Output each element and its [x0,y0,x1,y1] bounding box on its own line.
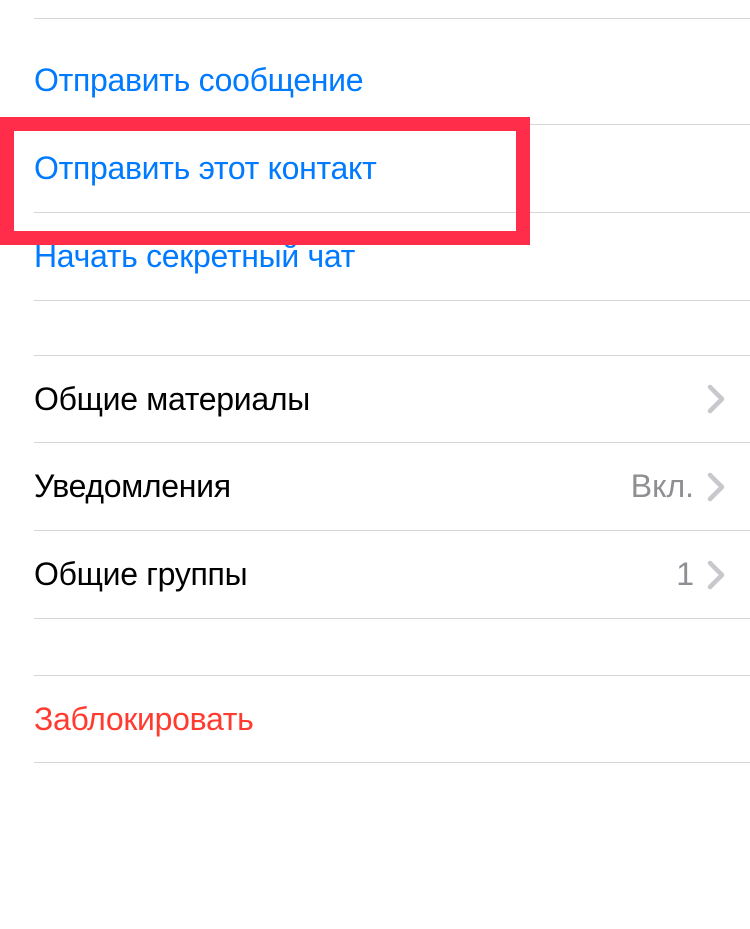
settings-section: Общие материалы Уведомления Вкл. [0,355,750,619]
start-secret-chat-label: Начать секретный чат [34,238,355,275]
contact-info-screen: Отправить сообщение Отправить этот конта… [0,18,750,763]
chevron-right-icon [706,560,728,590]
start-secret-chat-row[interactable]: Начать секретный чат [34,213,750,301]
common-groups-row[interactable]: Общие группы 1 [34,531,750,619]
shared-media-label: Общие материалы [34,381,310,418]
common-groups-label: Общие группы [34,556,247,593]
chevron-right-icon [706,472,728,502]
top-divider [34,18,750,19]
shared-media-row[interactable]: Общие материалы [34,355,750,443]
notifications-value: Вкл. [631,468,694,505]
block-row[interactable]: Заблокировать [34,675,750,763]
share-contact-label: Отправить этот контакт [34,150,376,187]
send-message-label: Отправить сообщение [34,62,363,99]
notifications-row[interactable]: Уведомления Вкл. [34,443,750,531]
actions-section: Отправить сообщение Отправить этот конта… [0,37,750,301]
chevron-right-icon [706,384,728,414]
share-contact-row[interactable]: Отправить этот контакт [34,125,750,213]
common-groups-value: 1 [676,556,694,593]
send-message-row[interactable]: Отправить сообщение [34,37,750,125]
block-label: Заблокировать [34,701,253,738]
notifications-label: Уведомления [34,468,231,505]
block-section: Заблокировать [0,675,750,763]
